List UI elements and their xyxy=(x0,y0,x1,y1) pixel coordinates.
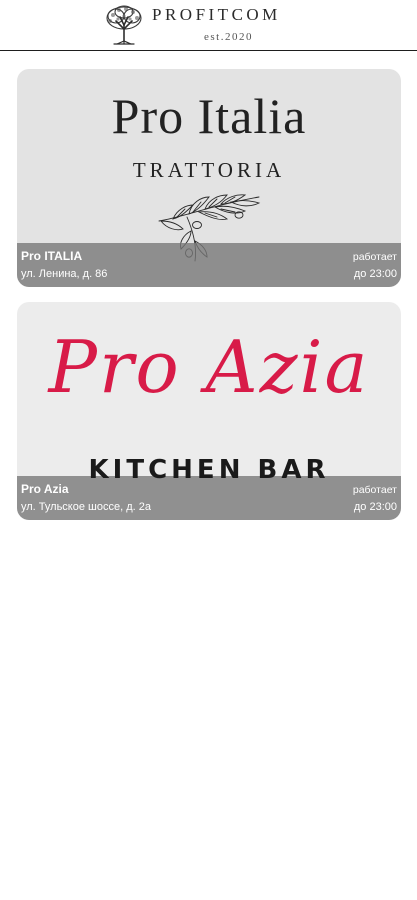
brand-est: est.2020 xyxy=(204,31,253,43)
restaurant-logo-subtitle: TRATTORIA xyxy=(132,158,286,182)
restaurant-hours: до 23:00 xyxy=(353,268,397,280)
app-header: PROFITCOM est.2020 xyxy=(0,0,417,51)
restaurant-card-pro-italia[interactable]: Pro Italia TRATTORIA Pro ITALIA ул. Лени… xyxy=(17,69,401,287)
restaurant-address: ул. Тульское шоссе, д. 2а xyxy=(21,501,151,513)
restaurant-card-pro-azia[interactable]: Pro Azia Pro Azia ул. Тульское шоссе, д.… xyxy=(17,302,401,520)
restaurant-logo-subtitle: KITCHEN BAR xyxy=(88,455,330,485)
restaurant-address: ул. Ленина, д. 86 xyxy=(21,268,108,280)
restaurant-name: Pro ITALIA xyxy=(21,249,83,263)
restaurant-hours: до 23:00 xyxy=(353,501,397,513)
restaurant-status: работает xyxy=(352,251,397,263)
restaurant-logo-title: Pro Italia xyxy=(111,88,307,144)
brand-name: PROFITCOM xyxy=(152,5,281,24)
tree-icon xyxy=(106,5,142,45)
restaurant-info-bar: Pro ITALIA ул. Ленина, д. 86 работает до… xyxy=(17,243,401,287)
restaurant-logo-title: Pro Azia xyxy=(48,325,370,409)
